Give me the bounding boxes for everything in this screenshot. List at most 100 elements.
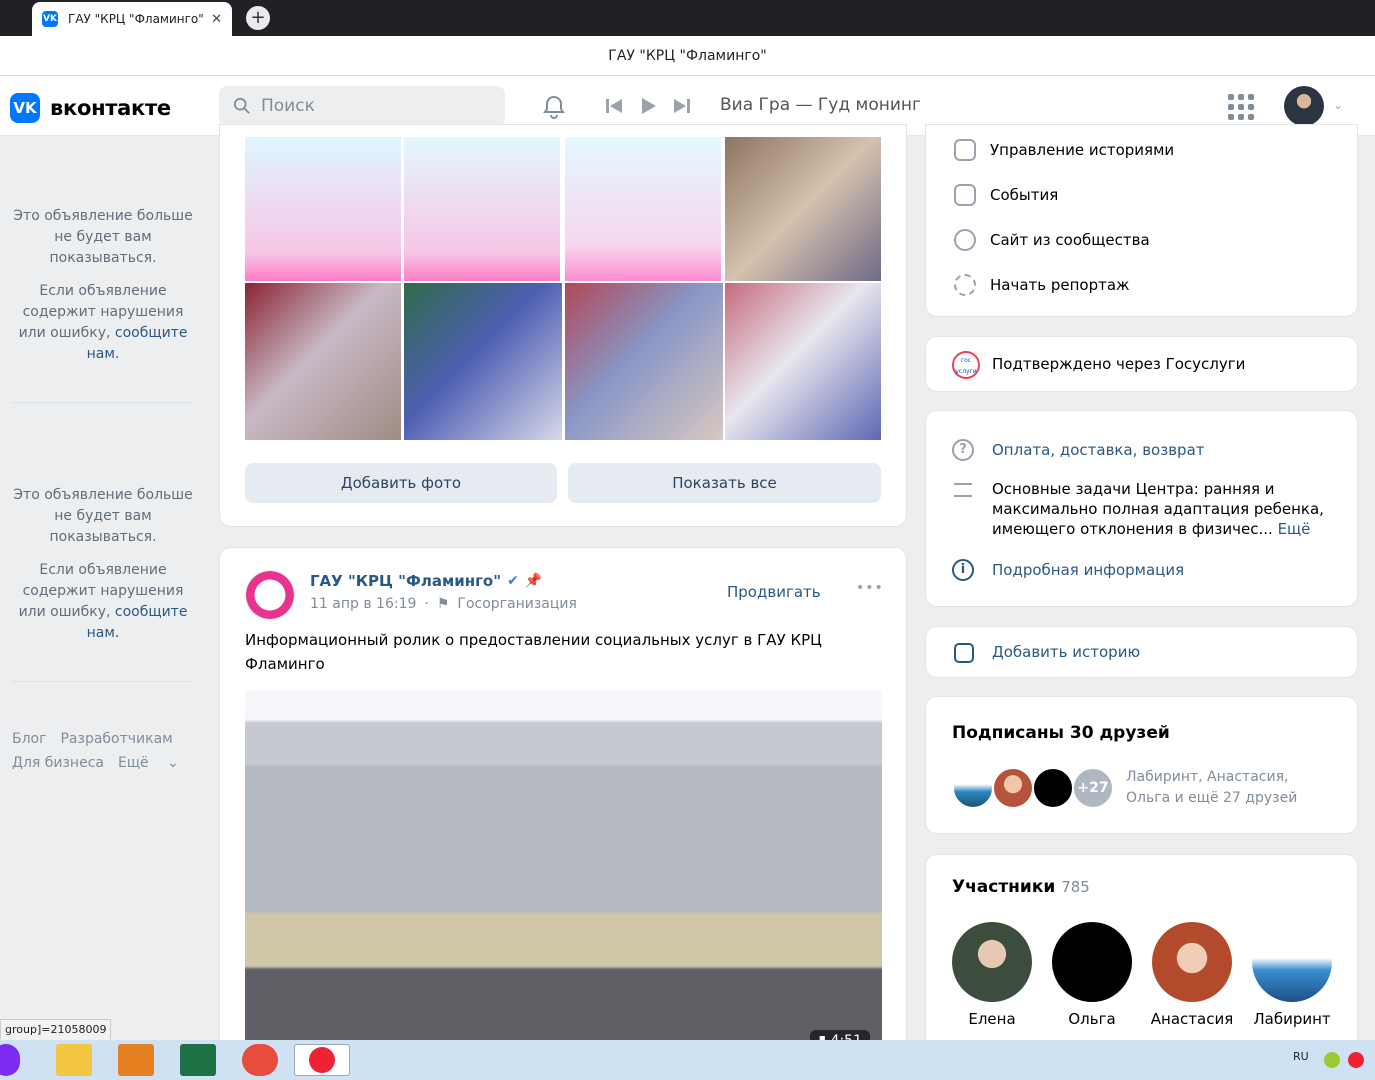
- photo-party-5[interactable]: [725, 283, 881, 440]
- vk-favicon-icon: VK: [42, 11, 58, 27]
- yandex-icon[interactable]: [242, 1044, 278, 1076]
- post-card: ГАУ "КРЦ "Фламинго" ✔ 📌 11 апр в 16:19 ·…: [219, 547, 907, 1058]
- manage-stories-item[interactable]: Управление историями: [954, 139, 1174, 161]
- ad-report-text: Если объявление содержит нарушения или о…: [18, 562, 188, 641]
- photo-party-1[interactable]: [725, 137, 881, 281]
- search-icon: [233, 97, 250, 114]
- more-options-icon[interactable]: •••: [856, 580, 884, 596]
- ad-report-text: Если объявление содержит нарушения или о…: [18, 283, 188, 362]
- description-icon: [954, 483, 972, 497]
- apps-grid-icon[interactable]: [1228, 94, 1254, 120]
- members-title[interactable]: Участники 785: [952, 877, 1090, 897]
- stories-icon: [954, 139, 976, 161]
- friend-avatar[interactable]: [1032, 767, 1074, 809]
- info-card: ? Оплата, доставка, возврат Основные зад…: [925, 410, 1358, 607]
- friend-avatar[interactable]: [992, 767, 1034, 809]
- site-item[interactable]: Сайт из сообщества: [954, 229, 1150, 251]
- promote-button[interactable]: Продвигать: [727, 583, 821, 601]
- member-item[interactable]: Ольга: [1047, 922, 1137, 1028]
- ad-hidden-block: Это объявление больше не будет вам показ…: [12, 485, 194, 656]
- search-input[interactable]: Поиск: [219, 86, 505, 126]
- user-avatar[interactable]: [1284, 86, 1324, 126]
- tray-icon[interactable]: [1348, 1052, 1364, 1068]
- ad-hidden-block: Это объявление больше не будет вам показ…: [12, 206, 194, 377]
- vk-logo[interactable]: VK вконтакте: [10, 93, 171, 123]
- new-tab-button[interactable]: +: [246, 6, 270, 30]
- post-author: ГАУ "КРЦ "Фламинго" ✔ 📌: [310, 572, 542, 590]
- community-actions-card: Управление историями События Сайт из соо…: [925, 124, 1358, 317]
- detailed-info-link[interactable]: Подробная информация: [992, 561, 1184, 579]
- footer-link-business[interactable]: Для бизнеса: [12, 755, 104, 771]
- assistant-icon[interactable]: [0, 1044, 20, 1076]
- photo-contacts[interactable]: [565, 137, 721, 281]
- friends-more-count[interactable]: +27: [1072, 767, 1114, 809]
- divider: [12, 402, 194, 403]
- members-card: Участники 785 Елена Ольга Анастасия Лаби…: [925, 854, 1358, 1054]
- post-category: Госорганизация: [457, 596, 577, 612]
- photo-schedule-2022[interactable]: [404, 137, 560, 281]
- status-url: group]=21058009: [0, 1019, 112, 1041]
- photo-party-2[interactable]: [245, 283, 401, 440]
- show-all-photos-button[interactable]: Показать все: [568, 463, 881, 503]
- tab-title: ГАУ "КРЦ "Фламинго": [68, 12, 204, 26]
- photo-party-4[interactable]: [565, 283, 723, 440]
- post-date[interactable]: 11 апр в 16:19: [310, 596, 416, 612]
- video-player[interactable]: ▮ 4:51: [245, 690, 882, 1058]
- group-name[interactable]: ГАУ "КРЦ "Фламинго": [310, 572, 501, 590]
- tray-icon[interactable]: [1324, 1052, 1340, 1068]
- events-item[interactable]: События: [954, 184, 1058, 206]
- play-icon[interactable]: [638, 96, 658, 116]
- chevron-down-icon[interactable]: ⌄: [1333, 98, 1343, 112]
- add-story-link[interactable]: Добавить историю: [992, 643, 1140, 661]
- bell-icon[interactable]: [540, 93, 568, 121]
- broadcast-icon: [954, 274, 976, 296]
- friends-names[interactable]: Лабиринт, Анастасия, Ольга и ещё 27 друз…: [1126, 767, 1336, 809]
- member-item[interactable]: Анастасия: [1147, 922, 1237, 1028]
- excel-icon[interactable]: [180, 1044, 216, 1076]
- file-explorer-icon[interactable]: [56, 1044, 92, 1076]
- browser-tabbar: VK ГАУ "КРЦ "Фламинго" ✕ +: [0, 0, 1375, 36]
- media-player-icon[interactable]: [118, 1044, 154, 1076]
- photo-schedule-2023[interactable]: [245, 137, 401, 281]
- browser-tab[interactable]: VK ГАУ "КРЦ "Фламинго" ✕: [32, 2, 232, 36]
- member-item[interactable]: Елена: [947, 922, 1037, 1028]
- gosuslugi-icon: гос услуги: [952, 351, 980, 379]
- photos-card: Добавить фото Показать все: [219, 124, 907, 527]
- payment-info-link[interactable]: Оплата, доставка, возврат: [992, 441, 1205, 459]
- group-avatar[interactable]: [245, 570, 295, 620]
- members-count: 785: [1061, 878, 1090, 896]
- footer-link-blog[interactable]: Блог: [12, 731, 46, 747]
- tab-close-icon[interactable]: ✕: [211, 12, 222, 27]
- vk-logo-text: вконтакте: [50, 96, 171, 120]
- add-photo-button[interactable]: Добавить фото: [245, 463, 557, 503]
- ad-hidden-text: Это объявление больше не будет вам показ…: [13, 208, 193, 266]
- post-text: Информационный ролик о предоставлении со…: [245, 631, 822, 673]
- previous-track-icon[interactable]: [604, 96, 624, 116]
- more-link[interactable]: Ещё: [1278, 520, 1311, 538]
- ad-hidden-text: Это объявление больше не будет вам показ…: [13, 487, 193, 545]
- live-stream-item[interactable]: Начать репортаж: [954, 274, 1130, 296]
- footer-link-developers[interactable]: Разработчикам: [60, 731, 172, 747]
- footer-link-more[interactable]: Ещё ⌄: [118, 755, 179, 771]
- friends-title[interactable]: Подписаны 30 друзей: [952, 723, 1170, 743]
- add-story-card: Добавить историю: [925, 626, 1358, 678]
- gosuslugi-text[interactable]: Подтверждено через Госуслуги: [992, 355, 1245, 373]
- info-icon: i: [952, 559, 974, 581]
- yandex-browser-icon[interactable]: [294, 1044, 350, 1076]
- gosuslugi-card: гос услуги Подтверждено через Госуслуги: [925, 336, 1358, 392]
- vk-logo-icon: VK: [10, 93, 40, 123]
- language-indicator[interactable]: RU: [1293, 1050, 1309, 1063]
- friend-avatar[interactable]: [952, 767, 994, 809]
- post-meta: 11 апр в 16:19 · ⚑ Госорганизация: [310, 596, 577, 612]
- next-track-icon[interactable]: [672, 96, 692, 116]
- member-item[interactable]: Лабиринт: [1247, 922, 1337, 1028]
- left-column: Это объявление больше не будет вам показ…: [0, 136, 205, 836]
- question-icon: ?: [952, 439, 974, 461]
- friends-card: Подписаны 30 друзей +27 Лабиринт, Анаста…: [925, 696, 1358, 834]
- footer-links: Блог Разработчикам Для бизнеса Ещё ⌄: [12, 727, 202, 775]
- photo-party-3[interactable]: [404, 283, 562, 440]
- window-title: ГАУ "КРЦ "Фламинго": [0, 36, 1375, 76]
- flag-icon: ⚑: [436, 596, 450, 612]
- globe-icon: [954, 229, 976, 251]
- now-playing-track[interactable]: Виа Гра — Гуд монинг: [720, 95, 921, 115]
